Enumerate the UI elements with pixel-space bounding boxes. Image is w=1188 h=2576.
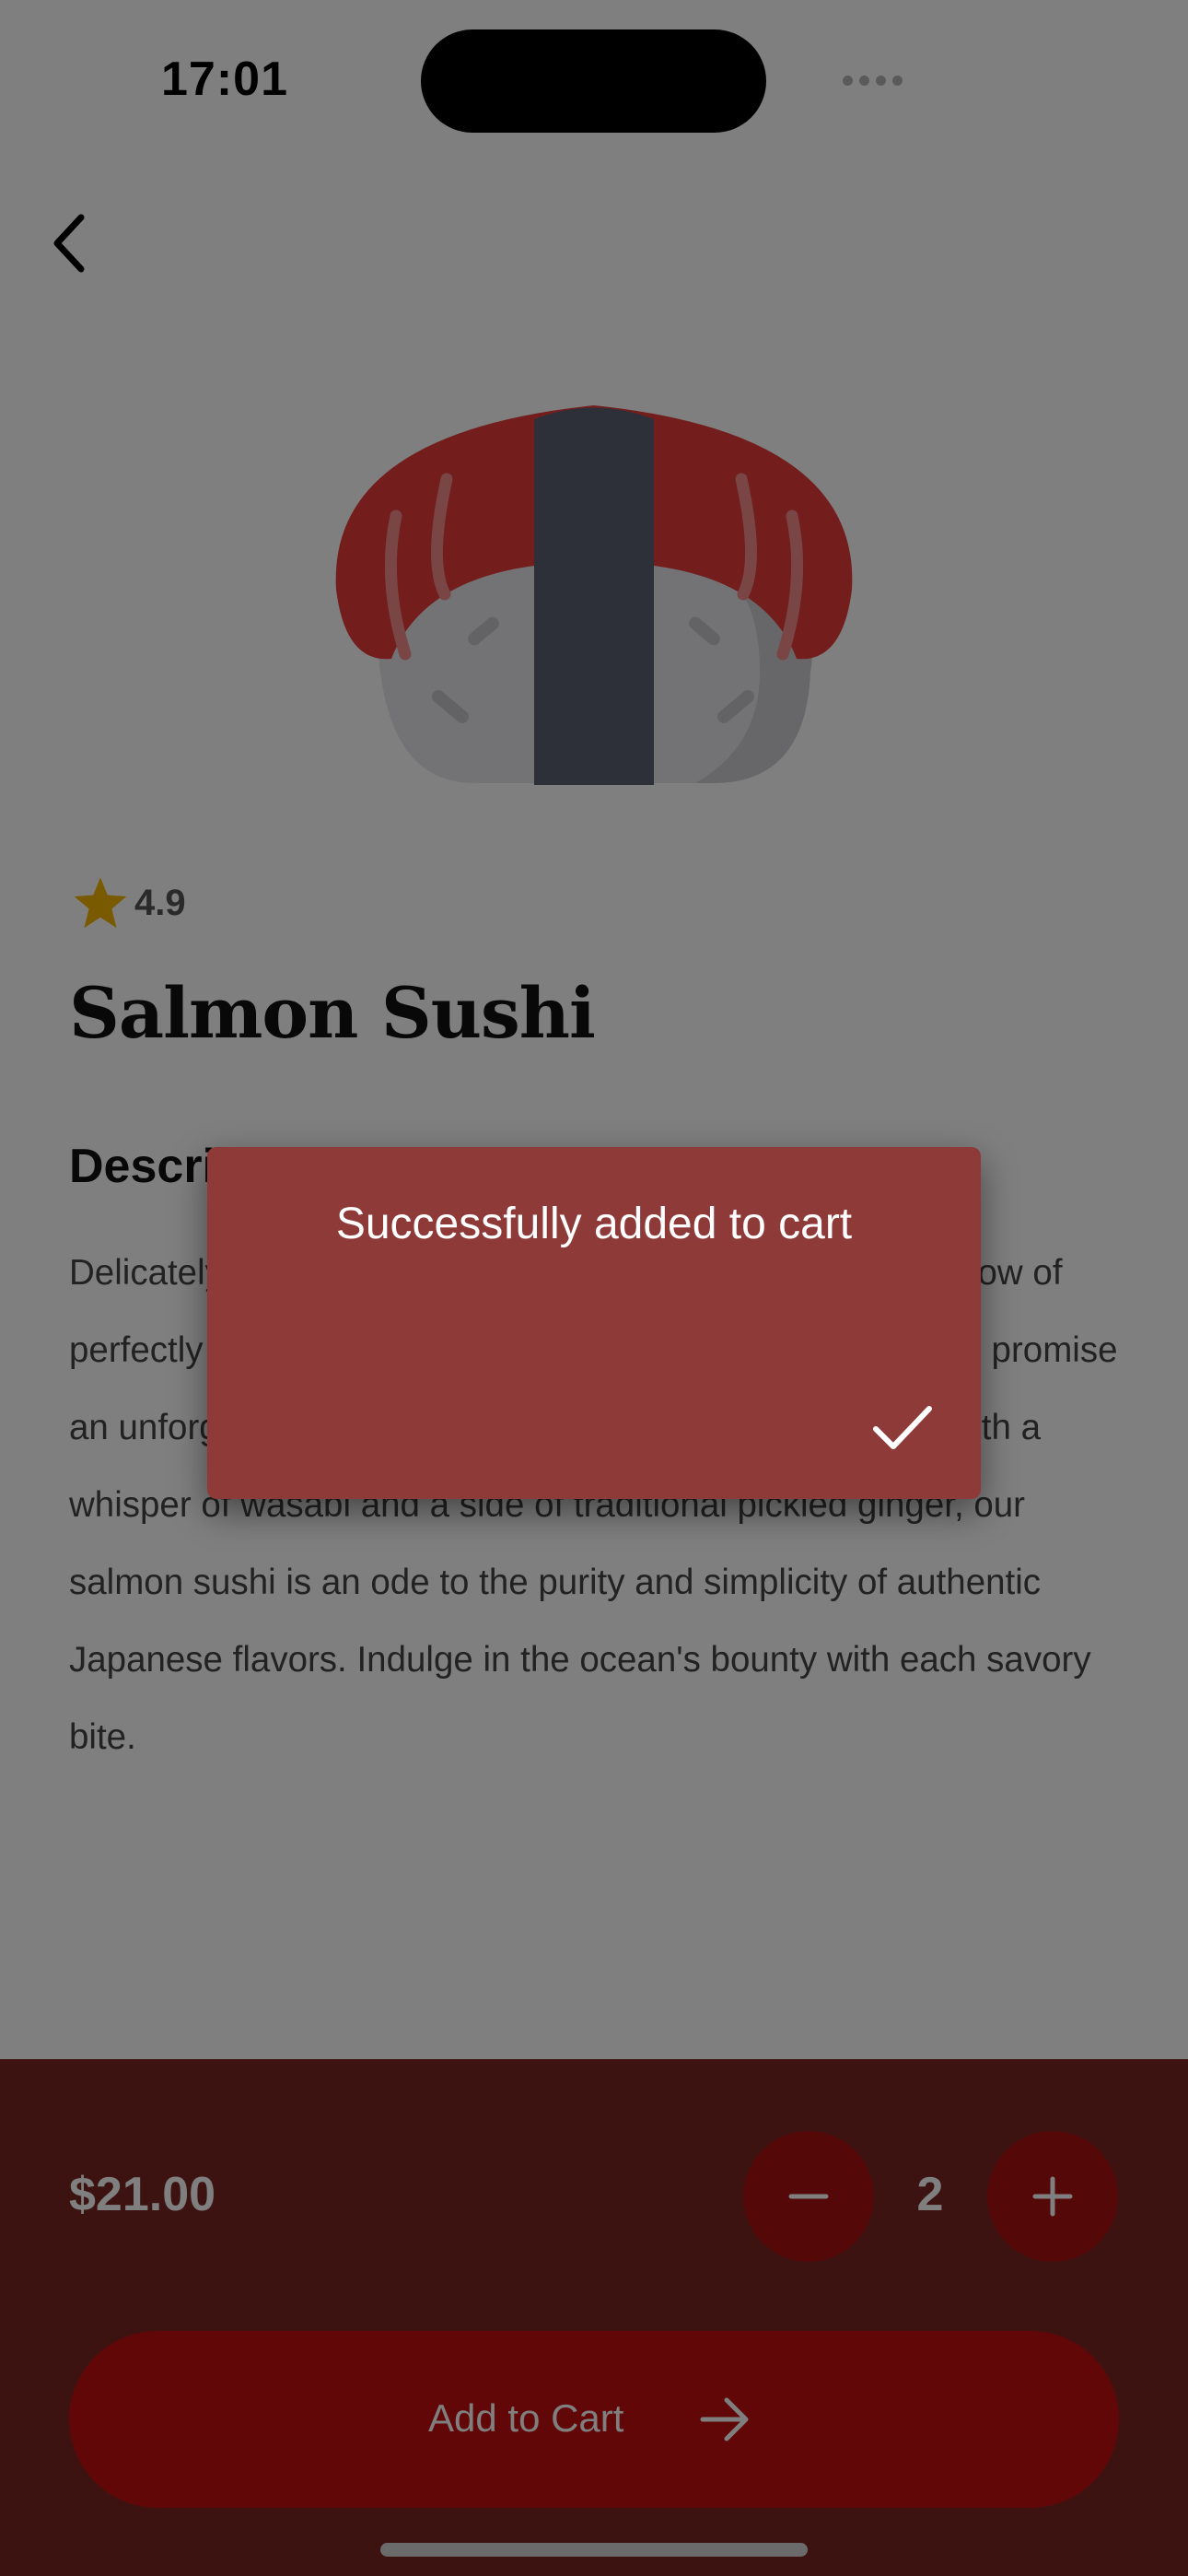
- dynamic-island: [421, 29, 766, 133]
- success-message: Successfully added to cart: [335, 1200, 853, 1248]
- home-indicator[interactable]: [380, 2543, 808, 2557]
- success-dialog: Successfully added to cart: [207, 1147, 981, 1499]
- check-icon[interactable]: [863, 1388, 940, 1466]
- food-details-screen: 17:01 4.9 Salmon Sush: [0, 0, 1188, 2576]
